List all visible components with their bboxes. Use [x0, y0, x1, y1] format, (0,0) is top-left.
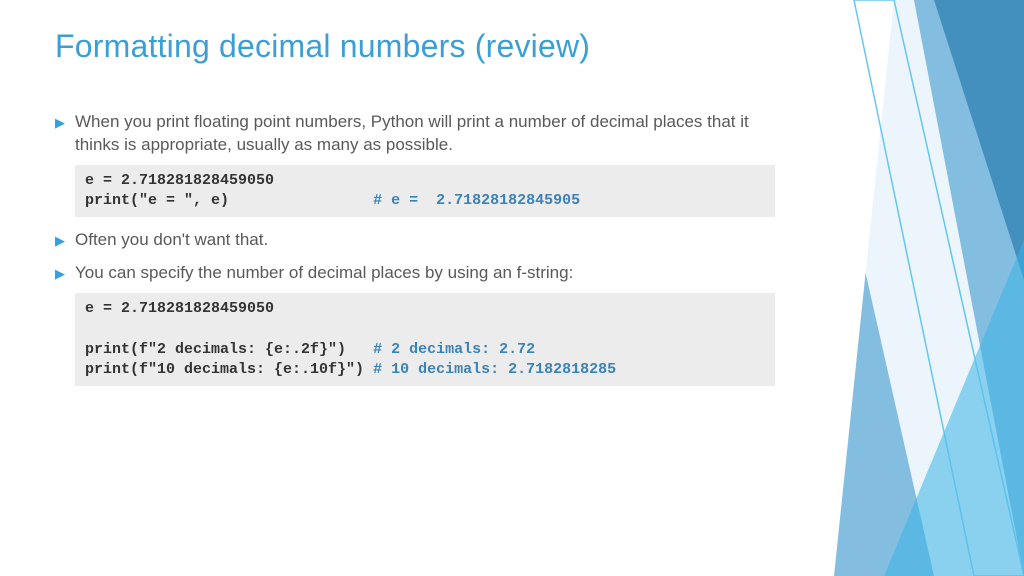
- code-line: print(f"2 decimals: {e:.2f}"): [85, 341, 346, 358]
- bullet-item: ▶ When you print floating point numbers,…: [55, 111, 775, 157]
- code-comment: # 10 decimals: 2.7182818285: [373, 361, 616, 378]
- code-pad: [229, 192, 373, 209]
- bullet-text: You can specify the number of decimal pl…: [75, 262, 775, 285]
- slide-title: Formatting decimal numbers (review): [55, 28, 775, 65]
- code-line: e = 2.718281828459050: [85, 172, 274, 189]
- bullet-text: When you print floating point numbers, P…: [75, 111, 775, 157]
- code-line: print("e = ", e): [85, 192, 229, 209]
- code-block-1: e = 2.718281828459050 print("e = ", e) #…: [75, 165, 775, 218]
- bullet-marker-icon: ▶: [55, 229, 75, 250]
- code-block-2: e = 2.718281828459050 print(f"2 decimals…: [75, 293, 775, 386]
- code-blank-line: [85, 321, 94, 338]
- bullet-item: ▶ You can specify the number of decimal …: [55, 262, 775, 285]
- code-line: e = 2.718281828459050: [85, 300, 274, 317]
- code-pad: [364, 361, 373, 378]
- bullet-text: Often you don't want that.: [75, 229, 775, 252]
- bullet-item: ▶ Often you don't want that.: [55, 229, 775, 252]
- code-pad: [346, 341, 373, 358]
- slide: Formatting decimal numbers (review) ▶ Wh…: [0, 0, 1024, 576]
- bullet-marker-icon: ▶: [55, 262, 75, 283]
- code-comment: # 2 decimals: 2.72: [373, 341, 535, 358]
- content-area: Formatting decimal numbers (review) ▶ Wh…: [55, 28, 775, 398]
- bullet-marker-icon: ▶: [55, 111, 75, 132]
- code-comment: # e = 2.71828182845905: [373, 192, 580, 209]
- background-decoration: [764, 0, 1024, 576]
- code-line: print(f"10 decimals: {e:.10f}"): [85, 361, 364, 378]
